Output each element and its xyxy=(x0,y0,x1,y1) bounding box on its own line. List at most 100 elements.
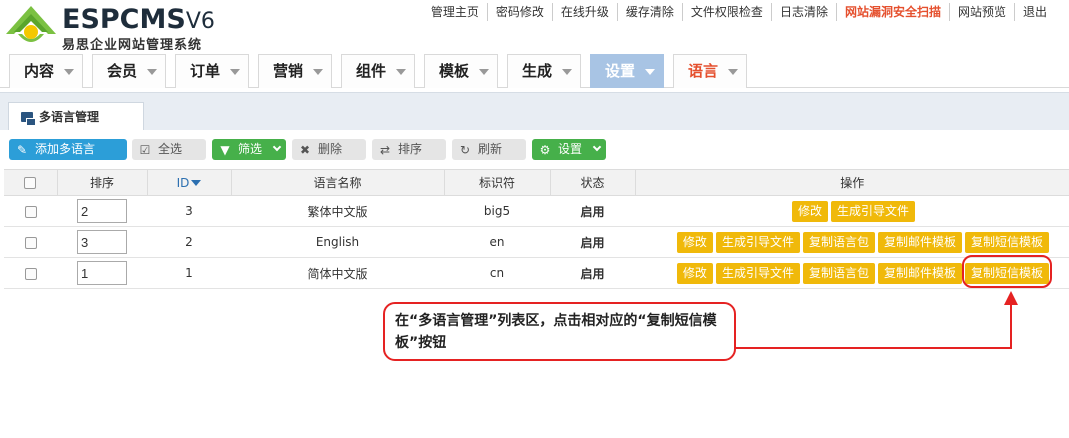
menu-label: 订单 xyxy=(190,62,221,80)
code-cell: big5 xyxy=(444,195,550,227)
topnav-security-scan[interactable]: 网站漏洞安全扫描 xyxy=(835,3,949,21)
header-id-label: ID xyxy=(176,175,190,190)
id-cell: 2 xyxy=(147,226,231,258)
code-cell: en xyxy=(444,226,550,258)
topnav-preview[interactable]: 网站预览 xyxy=(948,3,1014,21)
chevron-down-icon xyxy=(230,69,240,75)
chevron-down-icon xyxy=(645,69,655,75)
menu-language[interactable]: 语言 xyxy=(673,54,747,88)
menu-label: 语言 xyxy=(688,62,719,80)
chevron-down-icon xyxy=(313,69,323,75)
topnav-clear-cache[interactable]: 缓存清除 xyxy=(616,3,682,21)
header-id[interactable]: ID xyxy=(147,169,232,196)
annotation-callout: 在“多语言管理”列表区，点击相对应的“复制短信模板”按钮 xyxy=(383,302,736,361)
chevron-down-icon xyxy=(64,69,74,75)
topnav-logout[interactable]: 退出 xyxy=(1013,3,1055,21)
shuffle-icon: ⇄ xyxy=(379,143,391,157)
row-checkbox[interactable] xyxy=(24,236,37,249)
sort-desc-icon xyxy=(191,180,202,186)
chevron-down-icon xyxy=(592,142,602,152)
settings-button[interactable]: ⚙ 设置 xyxy=(532,139,606,160)
header-checkbox-cell xyxy=(4,169,58,196)
chevron-down-icon xyxy=(479,69,489,75)
menu-settings[interactable]: 设置 xyxy=(590,54,664,88)
button-label: 添加多语言 xyxy=(35,142,96,156)
annotation-arrow-line xyxy=(1010,300,1012,349)
row-checkbox[interactable] xyxy=(24,205,37,218)
id-cell: 1 xyxy=(147,257,231,289)
copy-language-pack-button[interactable]: 复制语言包 xyxy=(802,231,875,253)
topnav-password[interactable]: 密码修改 xyxy=(486,3,552,21)
button-label: 排序 xyxy=(398,142,423,156)
filter-button[interactable]: ▼ 筛选 xyxy=(212,139,286,160)
add-language-button[interactable]: ✎ 添加多语言 xyxy=(9,139,127,160)
topnav-file-permission[interactable]: 文件权限检查 xyxy=(681,3,771,21)
menu-content[interactable]: 内容 xyxy=(9,54,83,88)
topnav-upgrade[interactable]: 在线升级 xyxy=(551,3,617,21)
copy-mail-template-button[interactable]: 复制邮件模板 xyxy=(877,262,962,284)
menu-label: 营销 xyxy=(273,62,304,80)
sort-button[interactable]: ⇄ 排序 xyxy=(372,139,446,160)
topnav-home[interactable]: 管理主页 xyxy=(423,3,487,21)
name-cell: 简体中文版 xyxy=(231,257,444,289)
row-checkbox-cell xyxy=(4,257,57,289)
tab-bar: 多语言管理 xyxy=(0,92,1069,131)
copy-sms-template-button[interactable]: 复制短信模板 xyxy=(964,231,1049,253)
sort-input[interactable] xyxy=(77,199,127,223)
menu-marketing[interactable]: 营销 xyxy=(258,54,332,88)
menu-component[interactable]: 组件 xyxy=(341,54,415,88)
code-cell: cn xyxy=(444,257,550,289)
generate-guide-button[interactable]: 生成引导文件 xyxy=(831,200,916,222)
row-checkbox-cell xyxy=(4,195,57,227)
id-cell: 3 xyxy=(147,195,231,227)
annotation-arrow-line xyxy=(736,347,1012,349)
button-label: 删除 xyxy=(318,142,343,156)
toolbar: ✎ 添加多语言 ☑ 全选 ▼ 筛选 ✖ 删除 ⇄ 排序 ↻ 刷新 ⚙ 设置 xyxy=(0,130,1069,166)
menu-order[interactable]: 订单 xyxy=(175,54,249,88)
menu-template[interactable]: 模板 xyxy=(424,54,498,88)
select-all-checkbox[interactable] xyxy=(24,177,37,189)
header-status: 状态 xyxy=(550,169,636,196)
filter-icon: ▼ xyxy=(220,143,230,157)
edit-button[interactable]: 修改 xyxy=(676,231,713,253)
sort-input[interactable] xyxy=(77,261,127,285)
main-menu: 内容 会员 订单 营销 组件 模板 生成 设置 语言 xyxy=(0,50,1069,88)
chevron-down-icon xyxy=(147,69,157,75)
copy-mail-template-button[interactable]: 复制邮件模板 xyxy=(877,231,962,253)
button-label: 筛选 xyxy=(238,142,263,156)
table-row: 2 English en 启用 修改生成引导文件复制语言包复制邮件模板复制短信模… xyxy=(4,226,1069,258)
menu-member[interactable]: 会员 xyxy=(92,54,166,88)
name-cell: 繁体中文版 xyxy=(231,195,444,227)
edit-button[interactable]: 修改 xyxy=(791,200,828,222)
delete-button[interactable]: ✖ 删除 xyxy=(292,139,366,160)
chevron-down-icon xyxy=(396,69,406,75)
status-cell: 启用 xyxy=(550,257,635,289)
refresh-button[interactable]: ↻ 刷新 xyxy=(452,139,526,160)
annotation-highlight xyxy=(962,255,1052,288)
generate-guide-button[interactable]: 生成引导文件 xyxy=(715,262,800,284)
menu-label: 生成 xyxy=(522,62,553,80)
header: ESPCMSV6 易思企业网站管理系统 管理主页 密码修改 在线升级 缓存清除 … xyxy=(0,0,1069,53)
menu-label: 内容 xyxy=(24,62,55,80)
topnav-clear-log[interactable]: 日志清除 xyxy=(770,3,836,21)
menu-label: 模板 xyxy=(439,62,470,80)
tab-label: 多语言管理 xyxy=(39,110,100,124)
select-all-button[interactable]: ☑ 全选 xyxy=(132,139,206,160)
status-cell: 启用 xyxy=(550,195,635,227)
generate-guide-button[interactable]: 生成引导文件 xyxy=(715,231,800,253)
edit-button[interactable]: 修改 xyxy=(676,262,713,284)
header-name: 语言名称 xyxy=(231,169,445,196)
logo-wordmark: ESPCMSV6 xyxy=(62,4,215,35)
copy-language-pack-button[interactable]: 复制语言包 xyxy=(802,262,875,284)
row-checkbox-cell xyxy=(4,226,57,258)
button-label: 设置 xyxy=(558,142,583,156)
tab-multilanguage[interactable]: 多语言管理 xyxy=(8,102,144,131)
header-sort[interactable]: 排序 xyxy=(57,169,148,196)
sort-input[interactable] xyxy=(77,230,127,254)
menu-generate[interactable]: 生成 xyxy=(507,54,581,88)
operations-cell: 修改 生成引导文件 xyxy=(635,195,1069,227)
window-icon xyxy=(21,112,36,126)
row-checkbox[interactable] xyxy=(24,267,37,280)
logo[interactable]: ESPCMSV6 易思企业网站管理系统 xyxy=(4,4,224,53)
sort-cell xyxy=(57,257,147,289)
